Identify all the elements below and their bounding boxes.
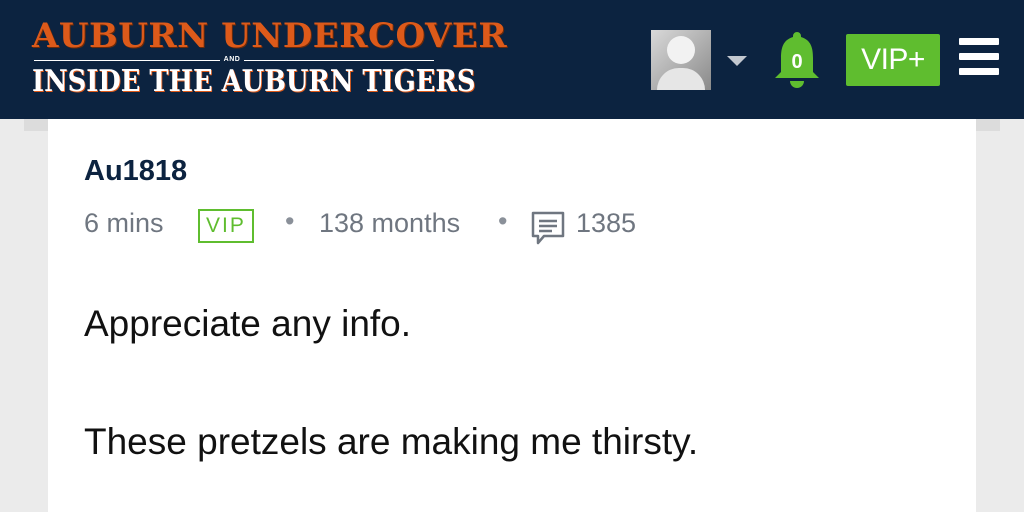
user-avatar[interactable] bbox=[651, 30, 711, 90]
message-icon bbox=[530, 210, 566, 253]
site-logo[interactable]: Auburn Undercover AND Inside the Auburn … bbox=[30, 12, 507, 102]
hamburger-menu-icon[interactable] bbox=[959, 38, 999, 76]
logo-title-line2: Inside the Auburn Tigers bbox=[32, 64, 476, 99]
chevron-down-icon[interactable] bbox=[727, 56, 747, 66]
post-paragraph: Appreciate any info. bbox=[84, 303, 412, 344]
logo-divider-right bbox=[244, 60, 434, 61]
meta-separator: • bbox=[285, 206, 295, 236]
notification-count: 0 bbox=[791, 51, 803, 73]
avatar-head bbox=[667, 36, 695, 64]
post-time: 6 mins bbox=[84, 208, 164, 238]
site-header: Auburn Undercover AND Inside the Auburn … bbox=[0, 0, 1024, 119]
logo-title-line1: Auburn Undercover bbox=[32, 16, 508, 56]
post-count[interactable]: 1385 bbox=[576, 208, 636, 239]
vip-plus-button[interactable]: VIP+ bbox=[846, 34, 940, 86]
membership-duration: 138 months bbox=[319, 208, 461, 238]
vip-badge[interactable]: VIP bbox=[198, 209, 254, 243]
meta-separator: • bbox=[498, 206, 508, 236]
post-author[interactable]: Au1818 bbox=[84, 155, 187, 188]
post-card: Au1818 6 mins VIP • 138 months • 1385 Ap… bbox=[48, 119, 976, 512]
notifications-button[interactable]: 0 bbox=[771, 30, 823, 90]
post-paragraph: These pretzels are making me thirsty. bbox=[84, 421, 699, 462]
avatar-body bbox=[657, 68, 705, 90]
